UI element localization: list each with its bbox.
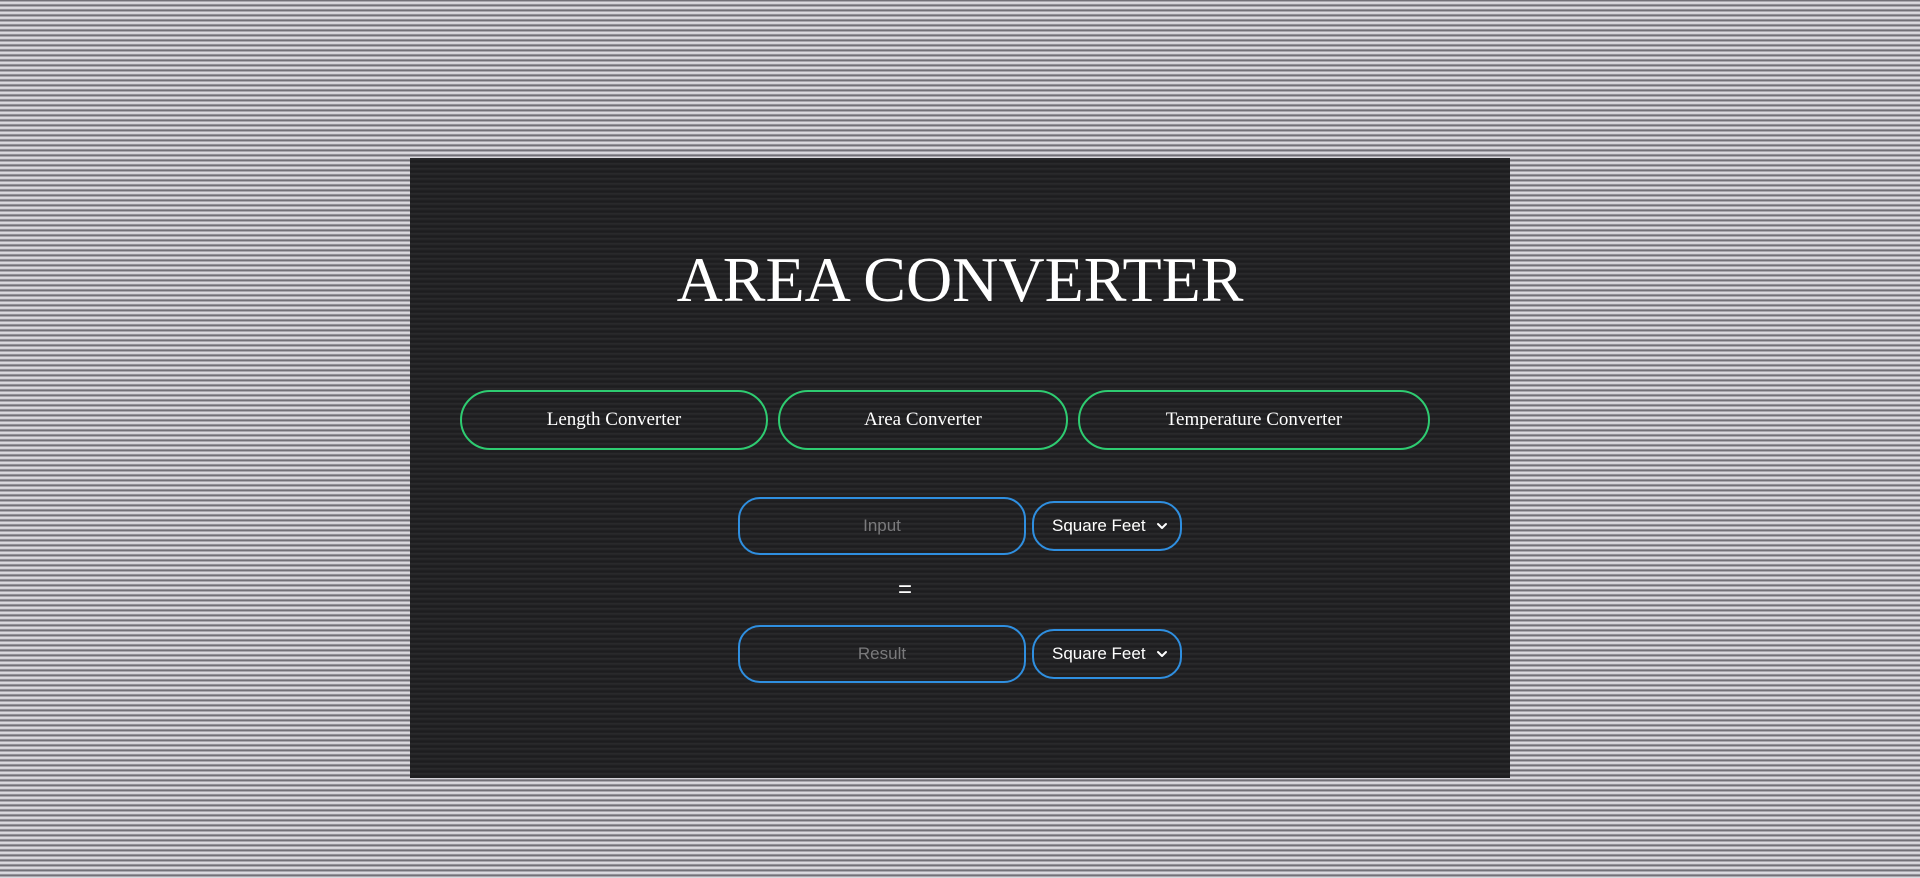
equals-sign: = [897,576,912,603]
area-converter-label: Area Converter [864,409,982,430]
page-title: AREA CONVERTER [676,244,1244,315]
temperature-converter-button[interactable]: Temperature Converter [1078,390,1430,450]
length-converter-button[interactable]: Length Converter [460,390,768,450]
temperature-converter-label: Temperature Converter [1165,409,1343,430]
input-unit-selected: Square Feet [1052,516,1146,535]
input-unit-select[interactable]: Square Feet [1032,501,1182,551]
chevron-down-icon [1157,651,1167,657]
converter-panel: AREA CONVERTER Length Converter Area Con… [410,158,1510,778]
chevron-down-icon [1157,523,1167,529]
length-converter-label: Length Converter [546,409,682,430]
input-field[interactable] [738,497,1026,555]
result-unit-selected: Square Feet [1052,644,1146,663]
result-field[interactable] [738,625,1026,683]
area-converter-button[interactable]: Area Converter [778,390,1068,450]
result-unit-select[interactable]: Square Feet [1032,629,1182,679]
